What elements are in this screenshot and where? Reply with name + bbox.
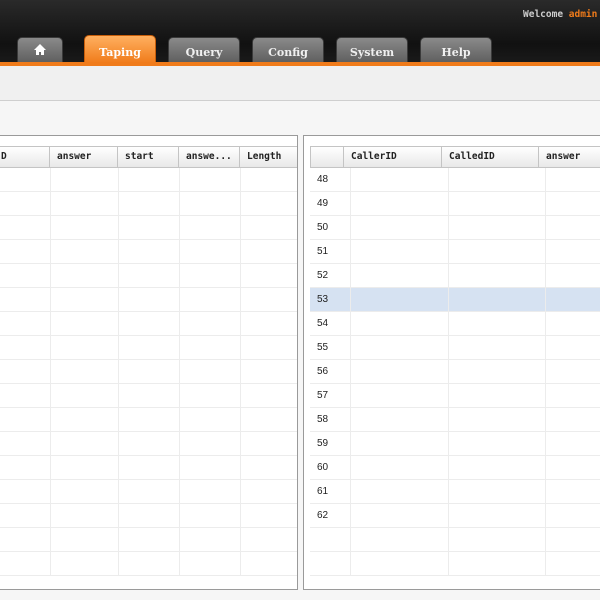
table-row[interactable]	[0, 216, 297, 240]
column-divider	[350, 168, 351, 576]
tab-home[interactable]	[17, 37, 63, 63]
table-row[interactable]	[0, 552, 297, 576]
table-row[interactable]	[0, 408, 297, 432]
row-number: 49	[317, 198, 329, 209]
column-header[interactable]: answer	[539, 146, 600, 168]
table-row[interactable]: 54	[310, 312, 600, 336]
column-header[interactable]: Length	[240, 146, 297, 168]
row-number: 57	[317, 390, 329, 401]
column-header[interactable]: CallerID	[344, 146, 442, 168]
left-grid-panel: D answer start answe... Length	[0, 135, 298, 590]
tab-taping[interactable]: Taping	[84, 35, 156, 63]
column-divider	[448, 168, 449, 576]
home-icon	[34, 44, 46, 56]
tab-query[interactable]: Query	[168, 37, 240, 63]
table-row[interactable]	[0, 168, 297, 192]
column-header[interactable]: answe...	[179, 146, 240, 168]
table-row[interactable]	[0, 264, 297, 288]
table-row[interactable]: 55	[310, 336, 600, 360]
table-row[interactable]: 59	[310, 432, 600, 456]
table-row[interactable]: 51	[310, 240, 600, 264]
toolbar	[0, 66, 600, 101]
table-row[interactable]: 52	[310, 264, 600, 288]
column-header[interactable]: CalledID	[442, 146, 539, 168]
row-number: 61	[317, 486, 329, 497]
table-row[interactable]: 48	[310, 168, 600, 192]
table-row[interactable]: 49	[310, 192, 600, 216]
table-row[interactable]	[0, 504, 297, 528]
table-row[interactable]	[0, 528, 297, 552]
tab-help[interactable]: Help	[420, 37, 492, 63]
table-row[interactable]: 56	[310, 360, 600, 384]
row-number: 52	[317, 270, 329, 281]
table-row[interactable]: 50	[310, 216, 600, 240]
table-row[interactable]	[0, 288, 297, 312]
row-number-header	[310, 146, 344, 168]
tab-config[interactable]: Config	[252, 37, 324, 63]
column-header[interactable]: answer	[50, 146, 118, 168]
row-number: 59	[317, 438, 329, 449]
table-row[interactable]	[0, 336, 297, 360]
row-number: 48	[317, 174, 329, 185]
table-row[interactable]	[0, 456, 297, 480]
table-row[interactable]	[310, 528, 600, 552]
right-grid-panel: CallerID CalledID answer 48 49 50 51 52 53 54 5…	[303, 135, 600, 590]
row-number: 56	[317, 366, 329, 377]
row-number: 53	[317, 294, 329, 305]
table-row[interactable]	[0, 312, 297, 336]
row-number: 51	[317, 246, 329, 257]
column-header[interactable]: start	[118, 146, 179, 168]
table-row[interactable]	[0, 480, 297, 504]
column-divider	[240, 168, 241, 576]
table-row[interactable]	[0, 384, 297, 408]
row-number: 58	[317, 414, 329, 425]
table-row[interactable]: 61	[310, 480, 600, 504]
welcome-text: Welcome admin	[523, 9, 597, 20]
row-number: 62	[317, 510, 329, 521]
column-divider	[179, 168, 180, 576]
table-row[interactable]: 58	[310, 408, 600, 432]
table-row[interactable]	[310, 552, 600, 576]
column-divider	[50, 168, 51, 576]
table-row[interactable]	[0, 240, 297, 264]
tab-system[interactable]: System	[336, 37, 408, 63]
welcome-user[interactable]: admin	[569, 9, 598, 20]
row-number: 50	[317, 222, 329, 233]
column-divider	[118, 168, 119, 576]
table-row[interactable]: 60	[310, 456, 600, 480]
table-row[interactable]	[0, 432, 297, 456]
row-number: 60	[317, 462, 329, 473]
table-row[interactable]: 62	[310, 504, 600, 528]
row-number: 55	[317, 342, 329, 353]
column-divider	[545, 168, 546, 576]
table-row[interactable]	[0, 360, 297, 384]
row-number: 54	[317, 318, 329, 329]
welcome-label: Welcome	[523, 9, 569, 20]
column-header[interactable]: D	[0, 146, 50, 168]
table-row[interactable]: 53	[310, 288, 600, 312]
table-row[interactable]: 57	[310, 384, 600, 408]
table-row[interactable]	[0, 192, 297, 216]
